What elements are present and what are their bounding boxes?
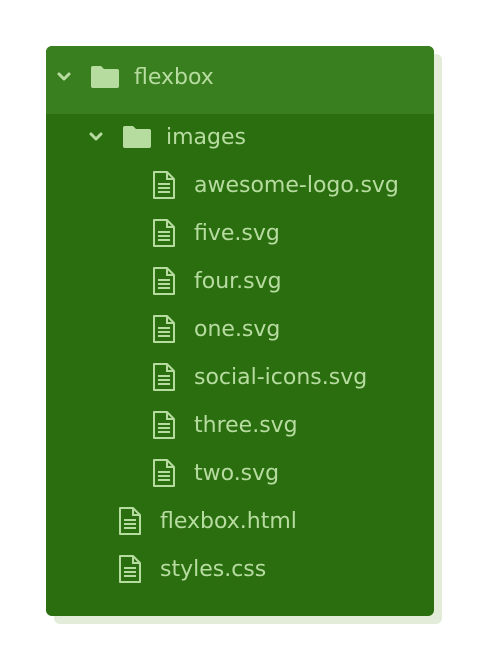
file-icon xyxy=(152,410,176,440)
tree-item-label: five.svg xyxy=(194,220,280,246)
file-tree-panel: flexbox images awesome-logo.svg five.svg… xyxy=(46,46,434,616)
tree-item-label: one.svg xyxy=(194,316,281,342)
file-icon xyxy=(152,266,176,296)
folder-icon xyxy=(122,125,152,149)
tree-item-label: four.svg xyxy=(194,268,282,294)
tree-item-file[interactable]: social-icons.svg xyxy=(152,353,367,401)
file-icon xyxy=(152,218,176,248)
tree-item-label: awesome-logo.svg xyxy=(194,172,399,198)
tree-item-images-folder[interactable]: images xyxy=(88,113,246,161)
tree-item-label: flexbox xyxy=(134,64,214,90)
tree-item-file[interactable]: one.svg xyxy=(152,305,280,353)
file-icon xyxy=(118,506,142,536)
tree-item-file[interactable]: flexbox.html xyxy=(118,497,297,545)
tree-item-file[interactable]: five.svg xyxy=(152,209,280,257)
tree-item-label: social-icons.svg xyxy=(194,364,368,390)
tree-item-file[interactable]: four.svg xyxy=(152,257,282,305)
file-icon xyxy=(152,362,176,392)
file-icon xyxy=(152,314,176,344)
file-icon xyxy=(152,170,176,200)
file-icon xyxy=(118,554,142,584)
chevron-down-icon[interactable] xyxy=(56,69,72,85)
chevron-down-icon[interactable] xyxy=(88,129,104,145)
tree-item-file[interactable]: awesome-logo.svg xyxy=(152,161,399,209)
tree-item-file[interactable]: styles.css xyxy=(118,545,266,593)
tree-item-label: three.svg xyxy=(194,412,298,438)
tree-item-label: two.svg xyxy=(194,460,280,486)
tree-item-file[interactable]: three.svg xyxy=(152,401,298,449)
tree-item-label: styles.css xyxy=(160,556,267,582)
tree-item-file[interactable]: two.svg xyxy=(152,449,279,497)
tree-item-flexbox-folder[interactable]: flexbox xyxy=(56,53,214,101)
file-icon xyxy=(152,458,176,488)
tree-item-label: images xyxy=(166,124,246,150)
tree-item-label: flexbox.html xyxy=(160,508,297,534)
folder-icon xyxy=(90,65,120,89)
